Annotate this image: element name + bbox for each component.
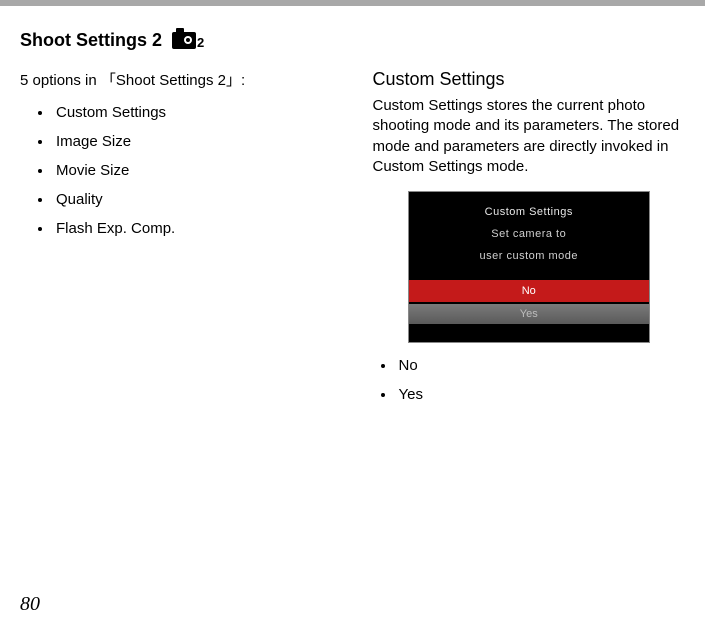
list-item: No	[381, 357, 686, 374]
left-column: 5 options in 「Shoot Settings 2」: Custom …	[20, 69, 333, 415]
list-item: Image Size	[38, 133, 333, 150]
list-item: Flash Exp. Comp.	[38, 220, 333, 237]
section-subheading: Custom Settings	[373, 69, 686, 90]
list-item-label: Quality	[56, 191, 103, 208]
list-item: Custom Settings	[38, 104, 333, 121]
options-list: Custom Settings Image Size Movie Size Qu…	[38, 104, 333, 237]
screenshot-no-button: No	[409, 280, 649, 302]
top-divider	[0, 0, 705, 6]
list-item: Yes	[381, 386, 686, 403]
screenshot-line2: user custom mode	[409, 250, 649, 262]
list-item: Quality	[38, 191, 333, 208]
camera-icon-group: 2	[172, 32, 204, 49]
heading-row: Shoot Settings 2 2	[20, 30, 685, 51]
page-heading: Shoot Settings 2	[20, 30, 162, 51]
list-item-label: Custom Settings	[56, 104, 166, 121]
page-content: Shoot Settings 2 2 5 options in 「Shoot S…	[20, 30, 685, 415]
list-item: Movie Size	[38, 162, 333, 179]
section-paragraph: Custom Settings stores the current photo…	[373, 96, 686, 177]
list-item-label: No	[399, 357, 418, 374]
list-item-label: Yes	[399, 386, 423, 403]
list-item-label: Flash Exp. Comp.	[56, 220, 175, 237]
screenshot-yes-button: Yes	[409, 304, 649, 324]
page-number: 80	[20, 593, 40, 616]
screenshot-line1: Set camera to	[409, 228, 649, 240]
right-column: Custom Settings Custom Settings stores t…	[373, 69, 686, 415]
list-item-label: Movie Size	[56, 162, 129, 179]
list-item-label: Image Size	[56, 133, 131, 150]
camera-screenshot: Custom Settings Set camera to user custo…	[408, 191, 650, 343]
custom-options-list: No Yes	[381, 357, 686, 403]
options-intro: 5 options in 「Shoot Settings 2」:	[20, 69, 333, 90]
screenshot-title: Custom Settings	[409, 192, 649, 218]
camera-icon	[172, 32, 196, 49]
camera-icon-subscript: 2	[197, 36, 204, 49]
